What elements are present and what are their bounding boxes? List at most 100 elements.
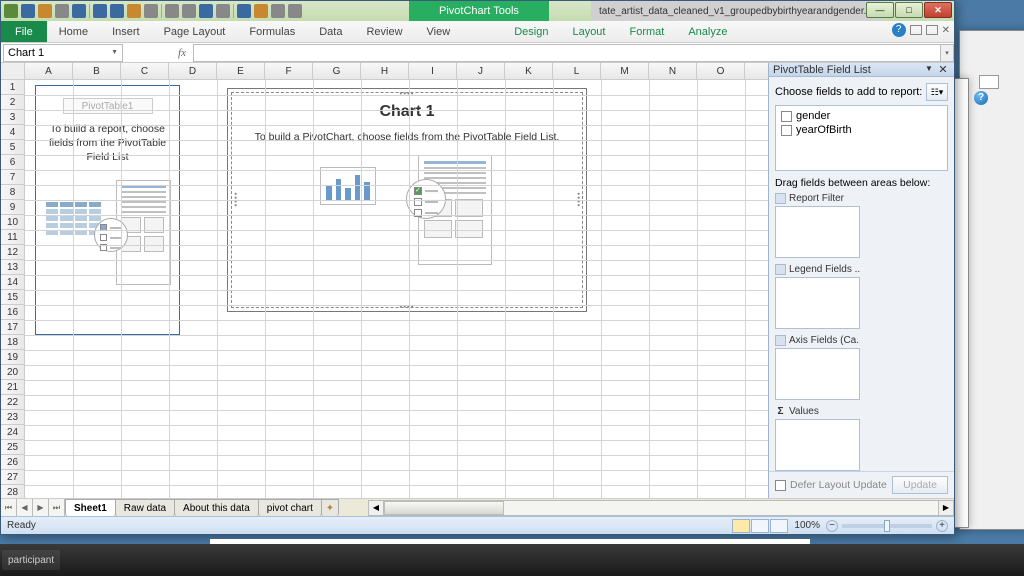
ribbon-tab-data[interactable]: Data xyxy=(307,21,354,42)
field-list-title-bar[interactable]: PivotTable Field List ▼ ✕ xyxy=(769,63,954,77)
sheet-nav-first[interactable]: ⏮ xyxy=(1,499,17,516)
qat-icon[interactable] xyxy=(254,4,268,18)
sheet-nav-next[interactable]: ▶ xyxy=(33,499,49,516)
field-list-layout-button[interactable]: ☷▾ xyxy=(926,83,948,101)
select-all-corner[interactable] xyxy=(1,63,25,79)
qat-more-icon[interactable] xyxy=(288,4,302,18)
ribbon-min-icon[interactable] xyxy=(910,25,922,35)
row-header[interactable]: 15 xyxy=(1,290,24,305)
field-gender[interactable]: gender xyxy=(779,109,944,123)
zoom-slider[interactable] xyxy=(842,524,932,528)
page-layout-view-button[interactable] xyxy=(751,519,769,533)
taskbar-item[interactable]: participant xyxy=(2,550,60,570)
workbook-restore-icon[interactable] xyxy=(926,25,938,35)
field-checkbox[interactable] xyxy=(781,125,792,136)
row-header[interactable]: 7 xyxy=(1,170,24,185)
column-header[interactable]: K xyxy=(505,63,553,79)
row-header[interactable]: 18 xyxy=(1,335,24,350)
name-box-dropdown-icon[interactable]: ▼ xyxy=(111,49,118,56)
column-header[interactable]: E xyxy=(217,63,265,79)
column-header[interactable]: J xyxy=(457,63,505,79)
row-header[interactable]: 27 xyxy=(1,470,24,485)
qat-icon[interactable] xyxy=(127,4,141,18)
field-list-close-icon[interactable]: ✕ xyxy=(936,63,950,76)
ribbon-tab-page-layout[interactable]: Page Layout xyxy=(152,21,238,42)
qat-icon[interactable] xyxy=(165,4,179,18)
values-area[interactable]: ΣValues xyxy=(775,404,860,471)
formula-bar-expand-icon[interactable]: ▾ xyxy=(940,44,954,62)
row-header[interactable]: 12 xyxy=(1,245,24,260)
update-button[interactable]: Update xyxy=(892,476,948,494)
formula-bar[interactable] xyxy=(193,44,940,62)
sheet-tab[interactable]: About this data xyxy=(174,499,259,516)
row-header[interactable]: 17 xyxy=(1,320,24,335)
qat-icon[interactable] xyxy=(216,4,230,18)
qat-icon[interactable] xyxy=(271,4,285,18)
column-header[interactable]: O xyxy=(697,63,745,79)
file-tab[interactable]: File xyxy=(1,21,47,42)
fx-icon[interactable]: fx xyxy=(175,47,189,59)
row-header[interactable]: 16 xyxy=(1,305,24,320)
ribbon-tab-format[interactable]: Format xyxy=(617,21,676,42)
row-header[interactable]: 14 xyxy=(1,275,24,290)
legend-fields-area[interactable]: Legend Fields ... xyxy=(775,262,860,329)
help-icon[interactable]: ? xyxy=(892,23,906,37)
column-header[interactable]: B xyxy=(73,63,121,79)
field-checkbox[interactable] xyxy=(781,111,792,122)
column-header[interactable]: H xyxy=(361,63,409,79)
row-header[interactable]: 10 xyxy=(1,215,24,230)
field-yearOfBirth[interactable]: yearOfBirth xyxy=(779,123,944,137)
column-header[interactable]: D xyxy=(169,63,217,79)
zoom-in-button[interactable]: + xyxy=(936,520,948,532)
row-header[interactable]: 3 xyxy=(1,110,24,125)
redo-icon[interactable] xyxy=(110,4,124,18)
row-header[interactable]: 9 xyxy=(1,200,24,215)
row-header[interactable]: 19 xyxy=(1,350,24,365)
row-header[interactable]: 4 xyxy=(1,125,24,140)
row-header[interactable]: 11 xyxy=(1,230,24,245)
column-header[interactable]: G xyxy=(313,63,361,79)
scroll-left-icon[interactable]: ◀ xyxy=(368,500,384,516)
sheet-nav-prev[interactable]: ◀ xyxy=(17,499,33,516)
qat-icon[interactable] xyxy=(144,4,158,18)
row-header[interactable]: 5 xyxy=(1,140,24,155)
sheet-nav-last[interactable]: ⏭ xyxy=(49,499,65,516)
new-sheet-button[interactable]: ✦ xyxy=(321,499,339,516)
qat-icon[interactable] xyxy=(237,4,251,18)
save-icon[interactable] xyxy=(21,4,35,18)
pivottable-placeholder[interactable]: PivotTable1 To build a report, choose fi… xyxy=(35,85,180,335)
column-header[interactable]: I xyxy=(409,63,457,79)
maximize-button[interactable]: □ xyxy=(895,2,923,18)
row-header[interactable]: 20 xyxy=(1,365,24,380)
taskbar[interactable]: participant xyxy=(0,544,1024,576)
row-header[interactable]: 2 xyxy=(1,95,24,110)
ribbon-tab-layout[interactable]: Layout xyxy=(560,21,617,42)
row-header[interactable]: 25 xyxy=(1,440,24,455)
ribbon-tab-home[interactable]: Home xyxy=(47,21,100,42)
row-header[interactable]: 22 xyxy=(1,395,24,410)
horizontal-scrollbar[interactable]: ◀ ▶ xyxy=(368,499,954,516)
row-header[interactable]: 1 xyxy=(1,80,24,95)
normal-view-button[interactable] xyxy=(732,519,750,533)
qat-icon[interactable] xyxy=(38,4,52,18)
ribbon-tab-formulas[interactable]: Formulas xyxy=(237,21,307,42)
name-box[interactable]: Chart 1 ▼ xyxy=(3,44,123,62)
sheet-tab-active[interactable]: Sheet1 xyxy=(65,499,116,516)
workbook-close-icon[interactable]: ✕ xyxy=(942,25,950,36)
qat-icon[interactable] xyxy=(199,4,213,18)
column-header[interactable]: L xyxy=(553,63,601,79)
sheet-tab[interactable]: Raw data xyxy=(115,499,175,516)
defer-layout-checkbox[interactable] xyxy=(775,480,786,491)
report-filter-area[interactable]: Report Filter xyxy=(775,191,860,258)
column-header[interactable]: F xyxy=(265,63,313,79)
page-break-view-button[interactable] xyxy=(770,519,788,533)
ribbon-tab-view[interactable]: View xyxy=(415,21,463,42)
column-header[interactable]: N xyxy=(649,63,697,79)
undo-icon[interactable] xyxy=(93,4,107,18)
row-header[interactable]: 13 xyxy=(1,260,24,275)
row-header[interactable]: 8 xyxy=(1,185,24,200)
ribbon-tab-review[interactable]: Review xyxy=(354,21,414,42)
field-list-dropdown-icon[interactable]: ▼ xyxy=(922,64,936,76)
ribbon-tab-insert[interactable]: Insert xyxy=(100,21,152,42)
scroll-right-icon[interactable]: ▶ xyxy=(938,500,954,516)
